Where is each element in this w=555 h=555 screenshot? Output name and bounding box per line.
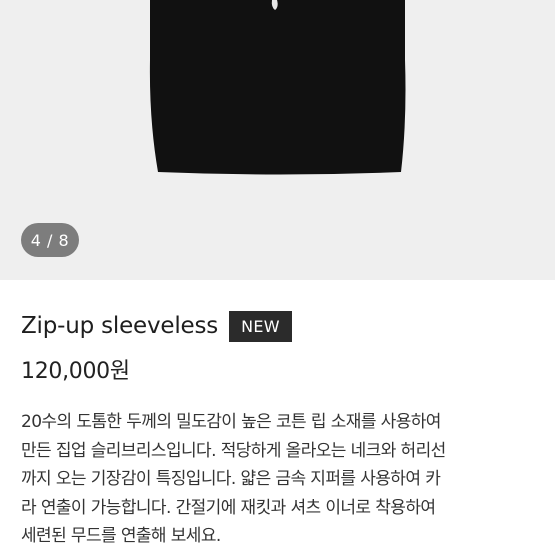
description-line: 세련된 무드를 연출해 보세요. <box>21 526 221 546</box>
description-line: 20수의 도톰한 두께의 밀도감이 높은 코튼 립 소재를 사용하여 <box>21 412 441 432</box>
sleeveless-top-image <box>149 0 406 175</box>
description-line: 까지 오는 기장감이 특징입니다. 얇은 금속 지퍼를 사용하여 카 <box>21 469 441 489</box>
product-title-row: Zip-up sleeveless NEW <box>21 309 292 343</box>
product-image-gallery[interactable]: 4 / 8 <box>0 0 555 280</box>
description-line: 만든 집업 슬리브리스입니다. 적당하게 올라오는 네크와 허리선 <box>21 440 446 461</box>
product-description: 20수의 도톰한 두께의 밀도감이 높은 코튼 립 소재를 사용하여 만든 집업… <box>21 408 541 551</box>
product-photo[interactable] <box>0 0 555 280</box>
image-page-indicator: 4 / 8 <box>21 223 79 257</box>
new-badge: NEW <box>229 310 292 342</box>
product-price: 120,000원 <box>21 359 130 384</box>
description-line: 라 연출이 가능합니다. 간절기에 재킷과 셔츠 이너로 착용하여 <box>21 497 436 518</box>
product-name: Zip-up sleeveless <box>21 313 219 339</box>
